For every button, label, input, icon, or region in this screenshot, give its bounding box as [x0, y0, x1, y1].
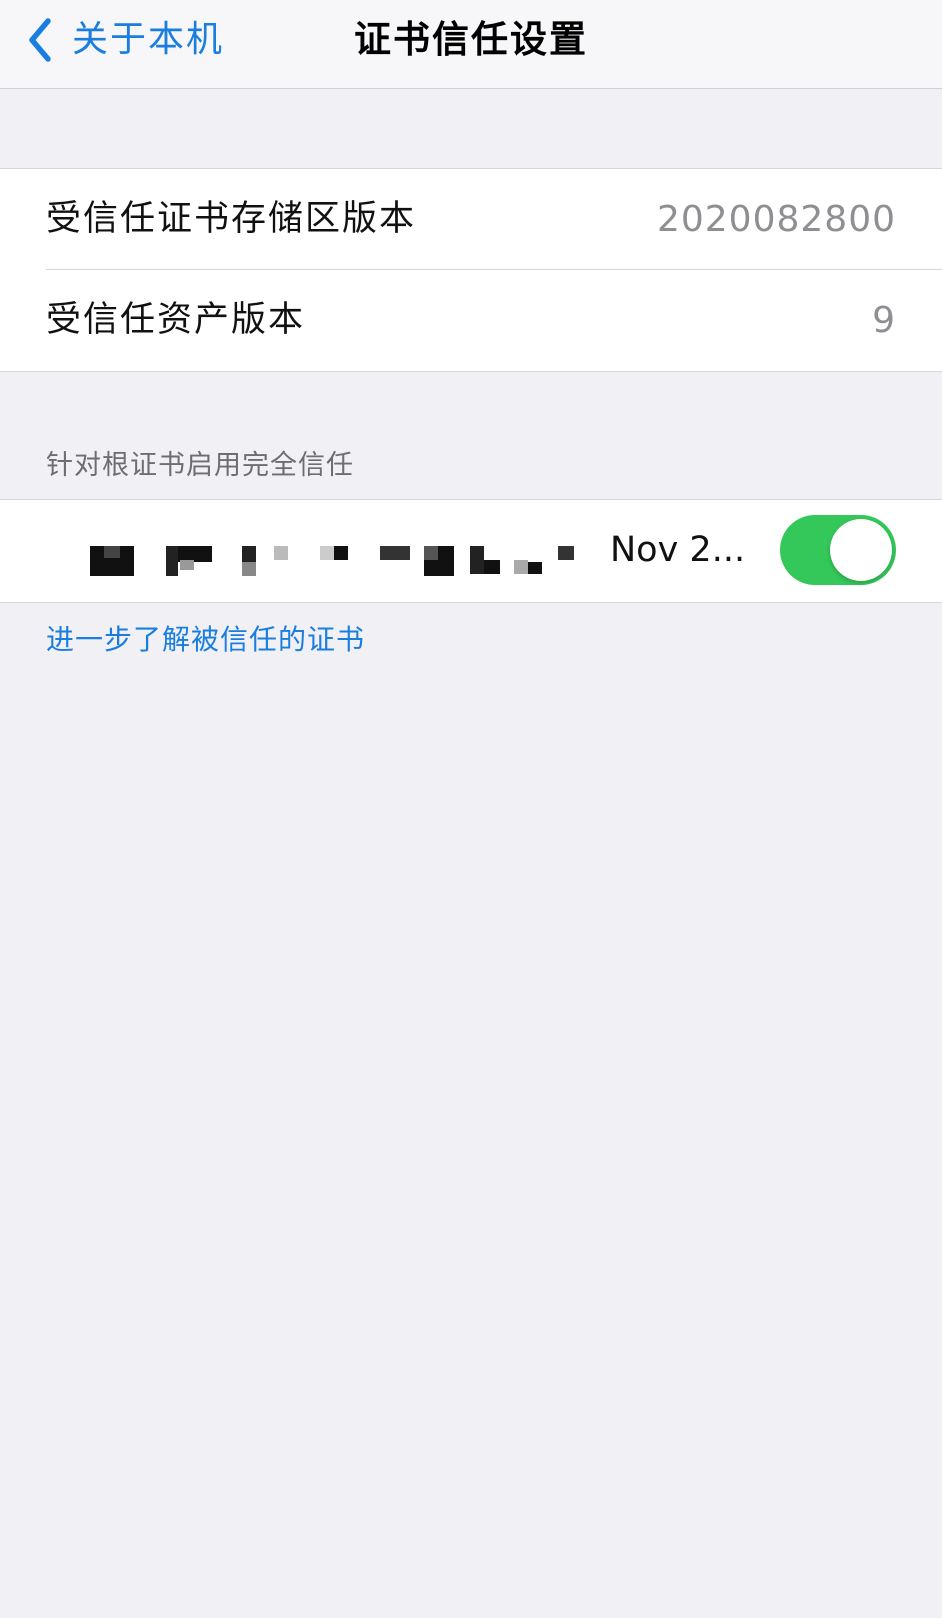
navigation-bar: 关于本机 证书信任设置: [0, 0, 942, 89]
list-item: 受信任资产版本 9: [0, 270, 942, 371]
trust-asset-version-label: 受信任资产版本: [46, 300, 306, 340]
learn-more-link[interactable]: 进一步了解被信任的证书: [46, 620, 365, 660]
certificate-date: Nov 2...: [610, 530, 746, 570]
list-item: 受信任证书存储区版本 2020082800: [0, 169, 942, 270]
trust-toggle-switch[interactable]: [780, 515, 896, 585]
trust-asset-version-value: 9: [872, 300, 896, 341]
certificate-name-obscured: [90, 546, 574, 576]
page-title: 证书信任设置: [354, 18, 588, 61]
section-header: 针对根证书启用完全信任: [46, 450, 354, 481]
trust-store-version-value: 2020082800: [656, 199, 896, 240]
toggle-knob: [830, 519, 892, 581]
trust-store-version-label: 受信任证书存储区版本: [46, 199, 417, 239]
versions-group: 受信任证书存储区版本 2020082800 受信任资产版本 9: [0, 168, 942, 372]
